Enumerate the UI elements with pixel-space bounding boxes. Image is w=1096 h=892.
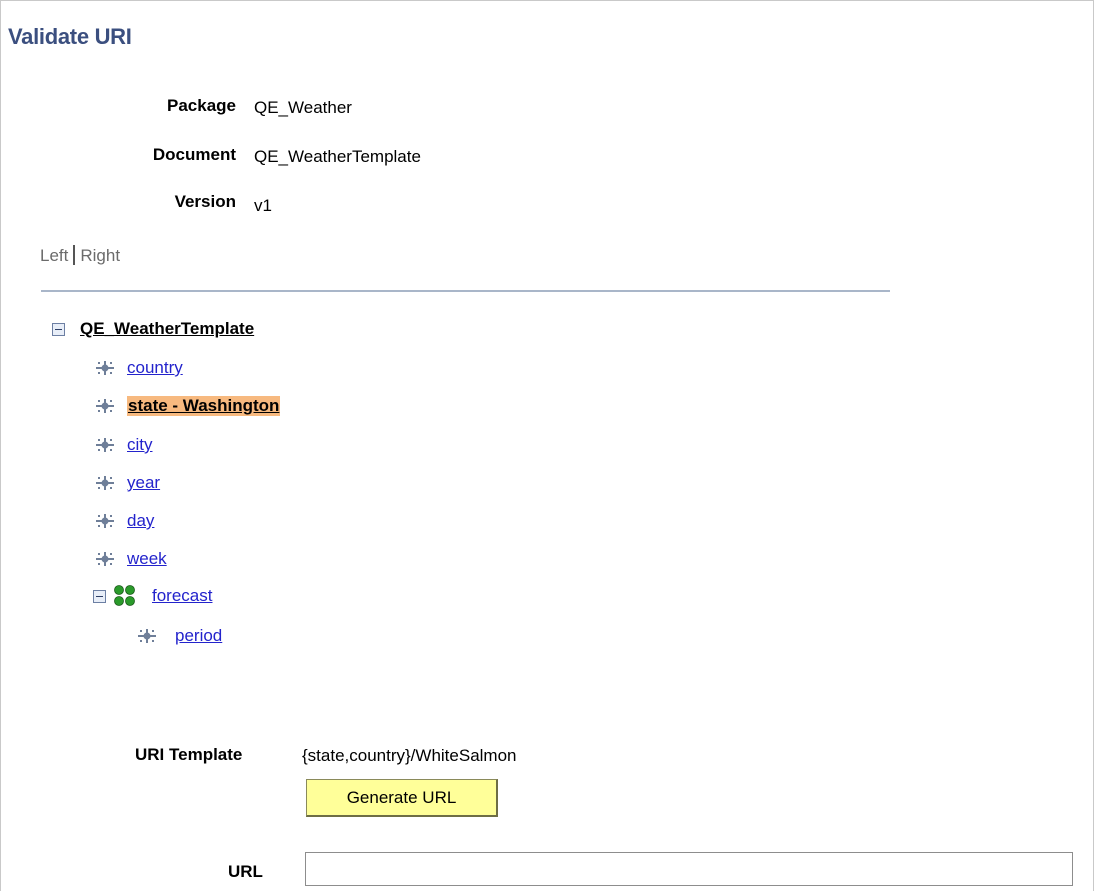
- tree-item-state-selected[interactable]: state - Washington: [127, 396, 281, 416]
- tree-item-forecast[interactable]: forecast: [152, 586, 212, 606]
- tree-item-week[interactable]: week: [127, 549, 167, 569]
- left-panel-link[interactable]: Left: [40, 246, 68, 265]
- section-divider: [41, 290, 890, 292]
- tree-item: day: [95, 511, 154, 531]
- tree-item: year: [95, 473, 160, 493]
- element-node-icon: [95, 398, 115, 414]
- toggle-separator: [73, 245, 76, 265]
- collapse-icon[interactable]: [93, 589, 106, 603]
- tree-item-year[interactable]: year: [127, 473, 160, 493]
- document-label: Document: [152, 145, 236, 164]
- tree-item: state - Washington: [95, 396, 281, 416]
- tree-item: city: [95, 435, 153, 455]
- uri-template-label: URI Template: [135, 745, 243, 764]
- tree-group-row: forecast: [93, 584, 212, 608]
- version-label: Version: [174, 192, 236, 211]
- tree-item: week: [95, 549, 167, 569]
- url-input[interactable]: [305, 852, 1073, 886]
- right-panel-link[interactable]: Right: [80, 246, 120, 265]
- panel-toggle: Left Right: [40, 245, 120, 266]
- element-node-icon: [95, 437, 115, 453]
- tree-item-day[interactable]: day: [127, 511, 154, 531]
- version-value: v1: [254, 196, 272, 215]
- element-node-icon: [95, 551, 115, 567]
- page-title: Validate URI: [8, 24, 132, 49]
- tree-item: country: [95, 358, 183, 378]
- tree-root-label[interactable]: QE_WeatherTemplate: [80, 319, 254, 339]
- package-value: QE_Weather: [254, 98, 352, 117]
- group-node-icon: [112, 584, 138, 608]
- uri-template-value: {state,country}/WhiteSalmon: [302, 746, 517, 765]
- collapse-icon[interactable]: [52, 322, 65, 336]
- tree-item-period[interactable]: period: [175, 626, 222, 646]
- package-label: Package: [167, 96, 236, 115]
- tree-item-city[interactable]: city: [127, 435, 153, 455]
- tree-item-country[interactable]: country: [127, 358, 183, 378]
- element-node-icon: [95, 360, 115, 376]
- tree-root-row: QE_WeatherTemplate: [52, 319, 254, 339]
- url-label: URL: [228, 862, 263, 881]
- document-value: QE_WeatherTemplate: [254, 147, 421, 166]
- tree-item: period: [137, 626, 222, 646]
- element-node-icon: [95, 475, 115, 491]
- generate-url-button[interactable]: Generate URL: [306, 779, 498, 817]
- element-node-icon: [95, 513, 115, 529]
- element-node-icon: [137, 628, 157, 644]
